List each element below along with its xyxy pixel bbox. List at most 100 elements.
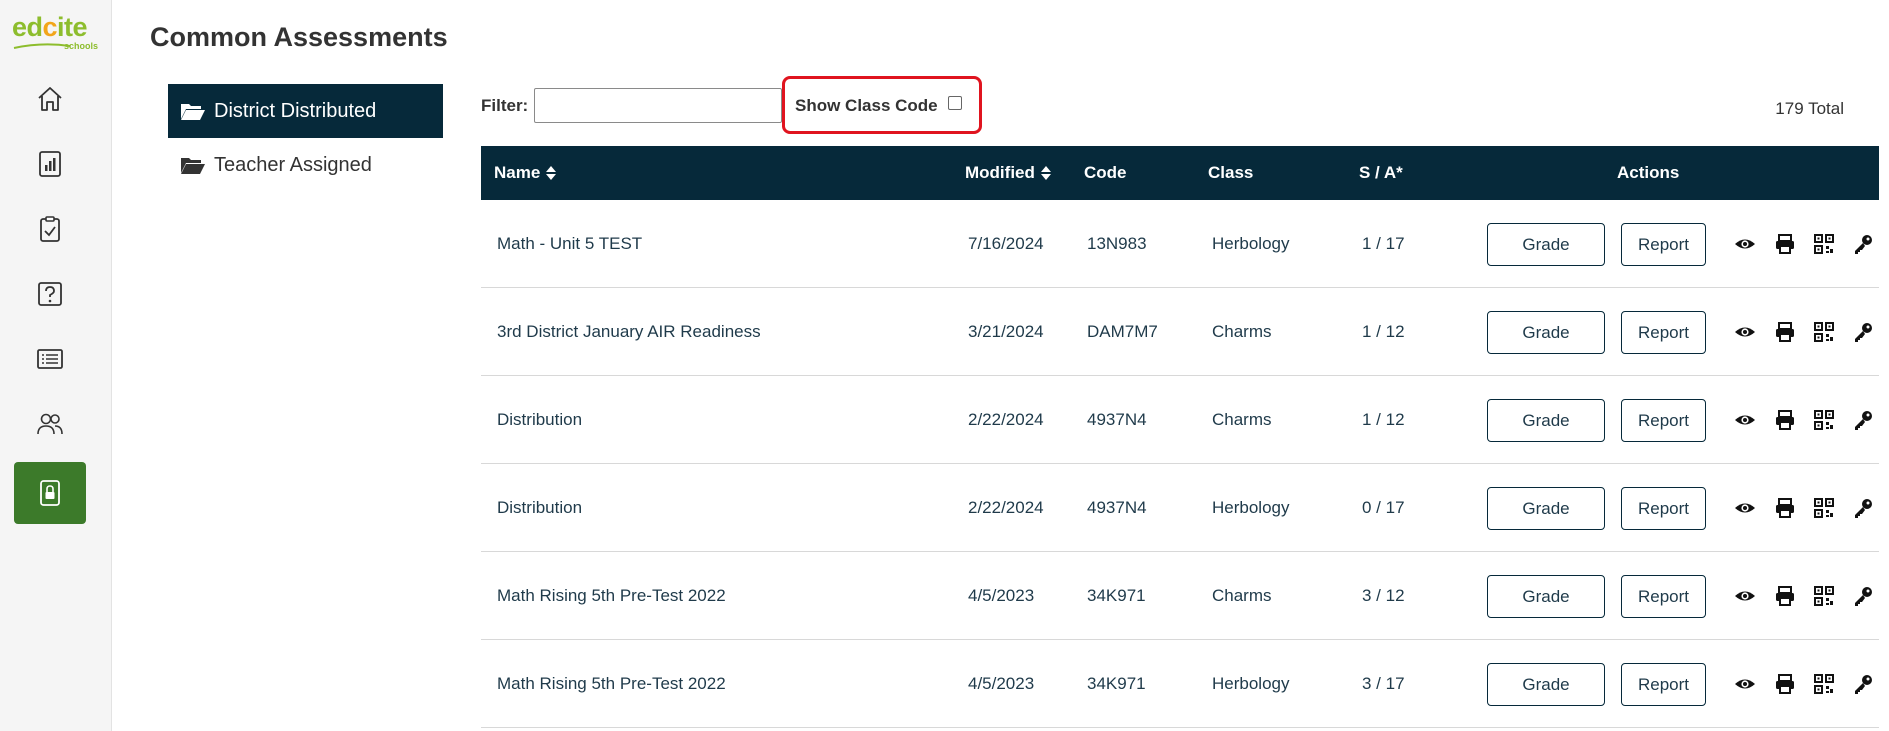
filter-input[interactable] [534,88,782,123]
access-key-button[interactable] [1852,409,1874,431]
rail-questions[interactable] [14,265,86,323]
class-name: Herbology [1212,674,1290,693]
eye-icon [1735,415,1755,425]
header-modified[interactable]: Modified [965,163,1051,183]
logo-sub: schools [63,41,98,51]
qr-code-button[interactable] [1813,585,1835,607]
header-name[interactable]: Name [494,163,557,183]
home-icon [38,87,62,111]
header-class: Class [1208,163,1254,182]
eye-icon [1735,327,1755,337]
assessment-code: DAM7M7 [1087,322,1158,341]
rail-common-assessments[interactable] [14,462,86,524]
qr-code-button[interactable] [1813,409,1835,431]
rail-users[interactable] [14,395,86,453]
logo-c: c [42,12,58,42]
assessment-name[interactable]: Math Rising 5th Pre-Test 2022 [497,674,726,694]
folder-nav: District Distributed Teacher Assigned [168,84,443,192]
folder-teacher-assigned[interactable]: Teacher Assigned [168,138,443,192]
modified-date: 2/22/2024 [968,410,1044,429]
qr-code-button[interactable] [1813,497,1835,519]
edcite-logo[interactable]: edcite schools [12,14,98,54]
rail-lists[interactable] [14,330,86,388]
users-icon [37,413,63,435]
table-row: Math Rising 5th Pre-Test 2022 4/5/2023 3… [481,640,1879,728]
qr-code-icon [1814,498,1834,518]
show-class-code-label[interactable]: Show Class Code [795,96,938,116]
print-button[interactable] [1774,321,1796,343]
print-button[interactable] [1774,409,1796,431]
eye-icon [1735,503,1755,513]
submitted-assigned: 1 / 17 [1362,234,1405,253]
preview-button[interactable] [1734,497,1756,519]
class-name: Herbology [1212,234,1290,253]
report-button[interactable]: Report [1621,223,1706,266]
class-name: Herbology [1212,498,1290,517]
submitted-assigned: 3 / 17 [1362,674,1405,693]
access-key-button[interactable] [1852,673,1874,695]
preview-button[interactable] [1734,585,1756,607]
submitted-assigned: 1 / 12 [1362,410,1405,429]
print-icon [1776,322,1794,342]
show-class-code-checkbox[interactable] [948,96,962,110]
access-key-button[interactable] [1852,497,1874,519]
folder-label: Teacher Assigned [214,153,372,176]
rail-home[interactable] [14,70,86,128]
grade-button[interactable]: Grade [1487,399,1605,442]
modified-date: 7/16/2024 [968,234,1044,253]
assessment-name[interactable]: Math Rising 5th Pre-Test 2022 [497,586,726,606]
filter-label: Filter: [481,96,529,115]
access-key-button[interactable] [1852,585,1874,607]
submitted-assigned: 1 / 12 [1362,322,1405,341]
preview-button[interactable] [1734,233,1756,255]
rail-assignments[interactable] [14,200,86,258]
report-button[interactable]: Report [1621,399,1706,442]
header-code: Code [1084,163,1127,182]
assessment-name[interactable]: Distribution [497,498,582,518]
grade-button[interactable]: Grade [1487,663,1605,706]
logo-ite: ite [57,12,88,42]
report-button[interactable]: Report [1621,575,1706,618]
assessment-name[interactable]: 3rd District January AIR Readiness [497,322,761,342]
folder-district-distributed[interactable]: District Distributed [168,84,443,138]
class-name: Charms [1212,322,1272,341]
print-button[interactable] [1774,497,1796,519]
assessments-table: Name Modified Code Class S / A* Actions … [481,146,1879,728]
rail-reports[interactable] [14,135,86,193]
grade-button[interactable]: Grade [1487,223,1605,266]
qr-code-button[interactable] [1813,233,1835,255]
qr-code-button[interactable] [1813,321,1835,343]
assessment-code: 13N983 [1087,234,1147,253]
key-icon [1855,411,1872,430]
preview-button[interactable] [1734,321,1756,343]
qr-code-icon [1814,586,1834,606]
assessment-name[interactable]: Math - Unit 5 TEST [497,234,642,254]
report-button[interactable]: Report [1621,663,1706,706]
table-row: Math - Unit 5 TEST 7/16/2024 13N983 Herb… [481,200,1879,288]
modified-date: 2/22/2024 [968,498,1044,517]
assessment-code: 34K971 [1087,586,1146,605]
access-key-button[interactable] [1852,233,1874,255]
header-modified-label: Modified [965,163,1035,182]
print-button[interactable] [1774,585,1796,607]
qr-code-button[interactable] [1813,673,1835,695]
grade-button[interactable]: Grade [1487,311,1605,354]
print-button[interactable] [1774,673,1796,695]
grade-button[interactable]: Grade [1487,575,1605,618]
access-key-button[interactable] [1852,321,1874,343]
assessment-name[interactable]: Distribution [497,410,582,430]
left-nav-rail: edcite schools [0,0,112,731]
preview-button[interactable] [1734,673,1756,695]
report-button[interactable]: Report [1621,311,1706,354]
logo-ed: ed [12,12,43,42]
question-icon [38,282,62,306]
class-name: Charms [1212,410,1272,429]
submitted-assigned: 0 / 17 [1362,498,1405,517]
header-sa: S / A* [1359,163,1403,182]
table-row: Math Rising 5th Pre-Test 2022 4/5/2023 3… [481,552,1879,640]
report-button[interactable]: Report [1621,487,1706,530]
eye-icon [1735,239,1755,249]
print-button[interactable] [1774,233,1796,255]
grade-button[interactable]: Grade [1487,487,1605,530]
preview-button[interactable] [1734,409,1756,431]
